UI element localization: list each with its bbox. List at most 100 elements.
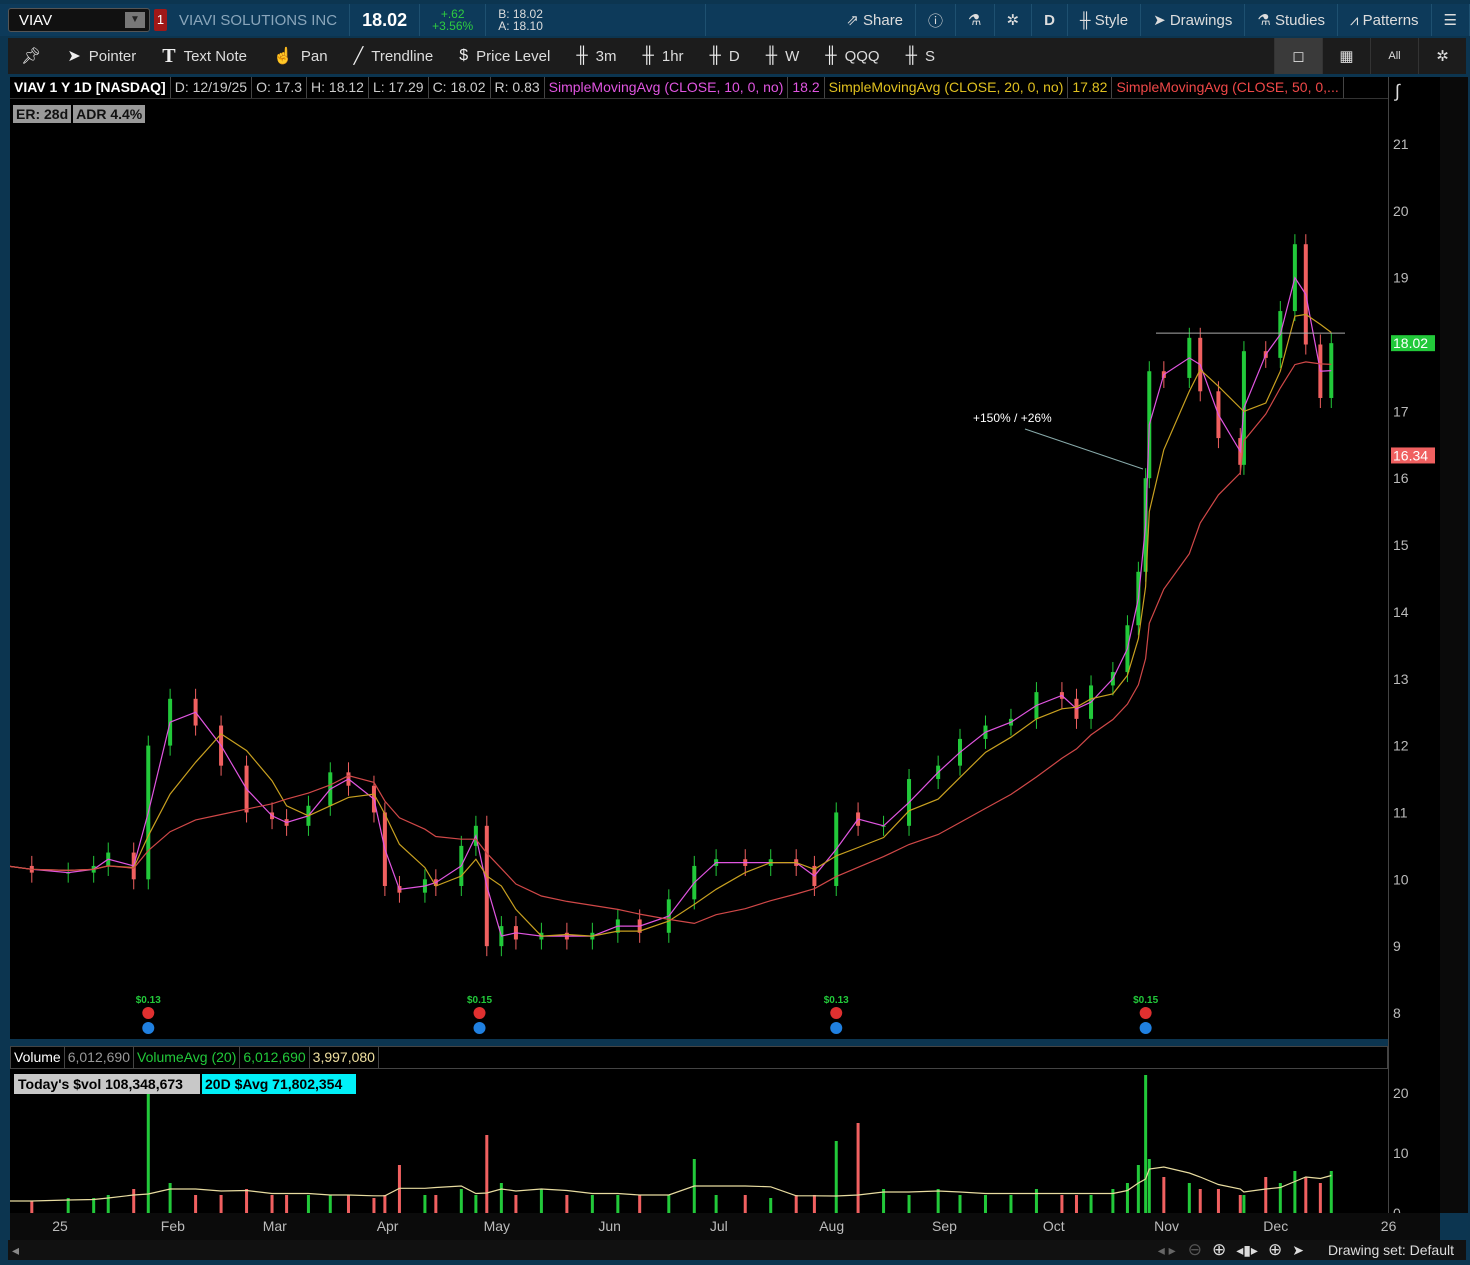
volume-bar [616, 1195, 620, 1213]
share-icon: ⇗ [846, 12, 863, 29]
scroll-arrows-icon[interactable]: ◂ ▸ [1158, 1242, 1176, 1259]
time-axis[interactable]: 25 Feb Mar Apr May Jun Jul Aug Sep Oct Nov Dec 26 [10, 1213, 1440, 1240]
pin-icon: 📌︎ [21, 48, 42, 65]
volume-avg-value: 6,012,690 [240, 1047, 310, 1068]
earnings-eps: $0.13 [136, 995, 161, 1006]
preset-s[interactable]: ╫ S [893, 38, 948, 74]
volume-avg-label: VolumeAvg (20) [134, 1047, 241, 1068]
fit-icon[interactable]: ◂▮▸ [1236, 1242, 1258, 1259]
tool-price-level[interactable]: $ Price Level [446, 38, 563, 74]
trendline-icon: ╱ [353, 48, 364, 65]
link-badge[interactable]: 1 [154, 9, 167, 31]
volume-bar [146, 1093, 150, 1213]
volume-bar [306, 1195, 310, 1213]
chart-settings-button[interactable]: ✲ [1418, 38, 1466, 74]
sma20-label[interactable]: SimpleMovingAvg (CLOSE, 20, 0, no) [825, 77, 1069, 98]
drawing-set-selector[interactable]: Drawing set: Default [1328, 1242, 1454, 1258]
volume-bar [1264, 1177, 1268, 1213]
price-tick-label: 8 [1393, 1005, 1401, 1021]
volume-bar [1147, 1159, 1151, 1213]
symbol-selector[interactable]: VIAV ▼ [8, 8, 150, 32]
earnings-badge: ER: 28d [13, 105, 72, 123]
volume-bar [30, 1201, 34, 1213]
volume-bar [1009, 1195, 1013, 1213]
time-tick-label: May [484, 1218, 510, 1234]
earnings-eps: $0.15 [467, 995, 492, 1006]
flask-icon: ⚗ [1257, 12, 1275, 29]
dividend-icon [1139, 1022, 1152, 1034]
preset-1hr[interactable]: ╫ 1hr [630, 38, 697, 74]
price-chart[interactable]: +150% / +26% $0.13 $0.15 $0.13 $0.15 [4, 99, 1388, 1039]
info-icon: ⓘ [928, 12, 944, 30]
sma10-label[interactable]: SimpleMovingAvg (CLOSE, 10, 0, no) [545, 77, 789, 98]
studies-button[interactable]: ⚗ Studies [1245, 4, 1339, 36]
volume-bar [485, 1135, 489, 1213]
adr-badge: ADR 4.4% [73, 105, 146, 123]
zoom-out-icon[interactable]: ⊖ [1188, 1240, 1202, 1260]
grid-layout-button[interactable]: ▦ [1322, 38, 1370, 74]
share-button[interactable]: ⇗ Share [834, 4, 917, 36]
pointer-icon[interactable]: ➤ [1292, 1242, 1304, 1259]
crosshair-icon[interactable]: ⊕ [1268, 1240, 1282, 1260]
timeframe-button[interactable]: D [1032, 4, 1068, 36]
preset-qqq[interactable]: ╫ QQQ [812, 38, 892, 74]
tool-pointer[interactable]: ➤ Pointer [54, 38, 149, 74]
price-tick-label: 21 [1393, 136, 1409, 152]
candle-icon: ╫ [709, 47, 721, 64]
company-name: VIAVI SOLUTIONS INC [167, 4, 351, 36]
style-button[interactable]: ╫ Style [1068, 4, 1142, 36]
sma50-line [6, 361, 1332, 925]
volume-bar [1216, 1189, 1220, 1213]
sma50-label[interactable]: SimpleMovingAvg (CLOSE, 50, 0,... [1112, 77, 1344, 98]
ask: A: 18.10 [498, 19, 543, 33]
volume-bar [834, 1141, 838, 1213]
flask-button[interactable]: ⚗ [956, 4, 995, 36]
annotation-trendline [1024, 428, 1144, 470]
earnings-eps: $0.13 [824, 995, 849, 1006]
preset-3m[interactable]: ╫ 3m [563, 38, 629, 74]
volume-bar [590, 1195, 594, 1213]
single-layout-button[interactable]: ◻ [1274, 38, 1322, 74]
menu-button[interactable]: ☰ [1432, 4, 1470, 36]
volume-bar [474, 1195, 478, 1213]
info-button[interactable]: ⓘ [916, 4, 957, 36]
settings-button[interactable]: ✲ [995, 4, 1033, 36]
all-button[interactable]: All [1370, 38, 1418, 74]
volume-bar [328, 1195, 332, 1213]
gear-icon: ✲ [1436, 48, 1449, 65]
volume-bar [856, 1123, 860, 1213]
study-icon: ∫ [1393, 81, 1401, 101]
price-label: 18.02 [1393, 335, 1428, 351]
drawings-button[interactable]: ➤ Drawings [1141, 4, 1246, 36]
zoom-in-icon[interactable]: ⊕ [1212, 1240, 1226, 1260]
annotation-text: +150% / +26% [973, 411, 1052, 425]
scroll-left-icon[interactable]: ◂ [12, 1242, 19, 1259]
patterns-button[interactable]: ⩘ Patterns [1338, 4, 1432, 36]
volume-tick-label: 10 [1393, 1145, 1409, 1161]
preset-d[interactable]: ╫ D [697, 38, 753, 74]
preset-w[interactable]: ╫ W [753, 38, 813, 74]
chevron-down-icon[interactable]: ▼ [125, 12, 145, 28]
volume-bar [983, 1195, 987, 1213]
pin-button[interactable]: 📌︎ [8, 38, 54, 74]
volume-bar [794, 1195, 798, 1213]
price-axis[interactable]: 8910111213141516171819202118.0216.34∫010… [1388, 77, 1458, 1221]
volume-label: Volume [11, 1047, 65, 1068]
tool-trendline[interactable]: ╱ Trendline [341, 38, 447, 74]
grid-icon: ▦ [1339, 48, 1354, 65]
top-bar: VIAV ▼ 1 VIAVI SOLUTIONS INC 18.02 +.62 +3… [0, 4, 1470, 36]
time-tick-label: Feb [161, 1218, 185, 1234]
candle-icon: ╫ [642, 47, 654, 64]
earnings-eps: $0.15 [1133, 995, 1158, 1006]
time-tick-label: Dec [1263, 1218, 1288, 1234]
chart-title: VIAV 1 Y 1D [NASDAQ] [10, 77, 171, 98]
volume-header: Volume 6,012,690 VolumeAvg (20) 6,012,69… [10, 1046, 1388, 1069]
info-low: L: 17.29 [369, 77, 429, 98]
volume-bar [1125, 1183, 1129, 1213]
tool-pan[interactable]: ☝ Pan [260, 38, 341, 74]
time-tick-label: Nov [1154, 1218, 1179, 1234]
volume-bar [499, 1183, 503, 1213]
dollar-icon: $ [459, 47, 469, 64]
avg-dollar-volume-badge: 20D $Avg 71,802,354 [202, 1074, 356, 1094]
tool-text-note[interactable]: T Text Note [149, 38, 260, 74]
